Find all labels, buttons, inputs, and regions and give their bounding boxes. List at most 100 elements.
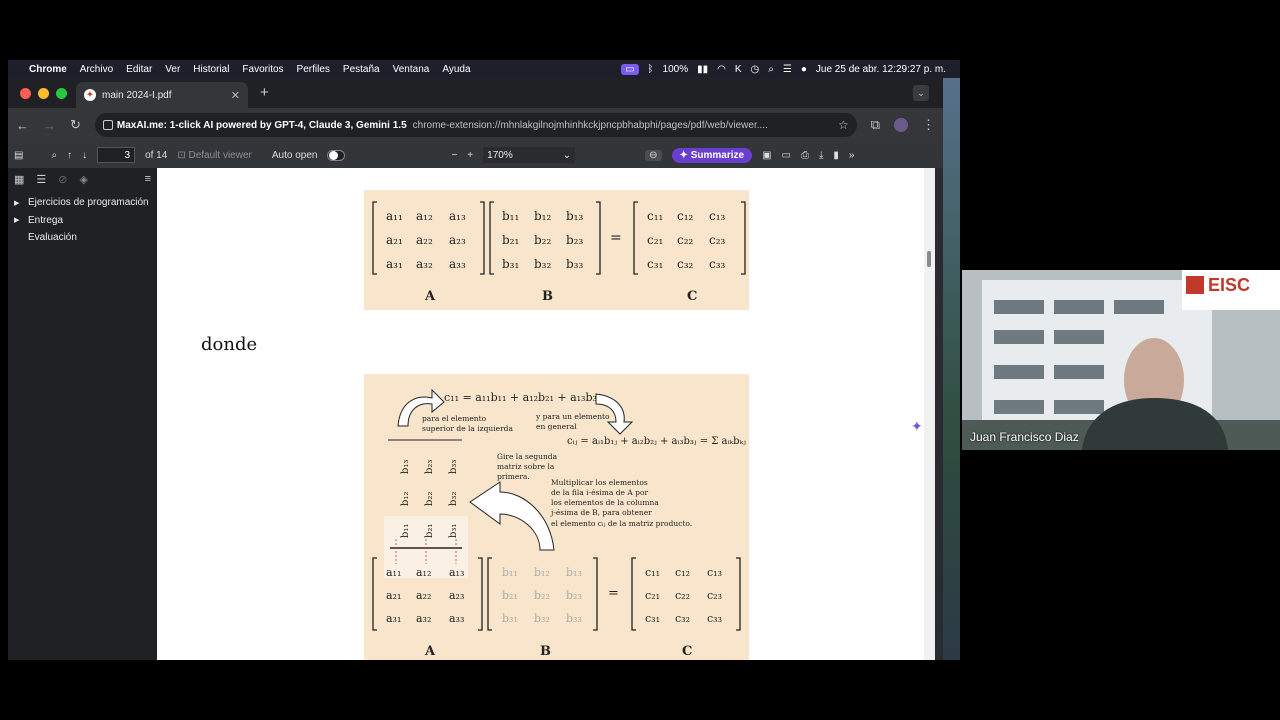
page-number-input[interactable]	[97, 147, 136, 163]
link-icon[interactable]: ⊖	[645, 149, 662, 161]
expand-triangle-icon[interactable]: ▶	[14, 199, 22, 207]
back-arrow-icon[interactable]: ←	[16, 118, 29, 133]
app-k-icon[interactable]: K	[735, 64, 742, 75]
more-tools-icon[interactable]: »	[849, 150, 855, 161]
svg-text:c₂₂: c₂₂	[677, 233, 694, 247]
close-tab-icon[interactable]: ✕	[231, 89, 240, 102]
outline-item-evaluacion[interactable]: Evaluación	[8, 229, 157, 247]
outline-item-label: Evaluación	[28, 232, 77, 244]
pdf-sidebar: ▦ ☰ ⊘ ◈ ≡ ▶ Ejercicios de programación ▶…	[8, 168, 157, 660]
profile-avatar[interactable]	[894, 118, 908, 132]
menubar-app-name[interactable]: Chrome	[29, 64, 67, 75]
svg-text:=: =	[608, 586, 619, 601]
outline-item-ejercicios[interactable]: ▶ Ejercicios de programación	[8, 194, 157, 212]
svg-text:c₁₂: c₁₂	[675, 566, 690, 579]
spotlight-search-icon[interactable]: ⌕	[768, 64, 774, 75]
auto-open-toggle[interactable]	[327, 149, 346, 161]
svg-text:b₃₁: b₃₁	[502, 257, 519, 271]
screen: Chrome Archivo Editar Ver Historial Favo…	[0, 0, 1280, 720]
turn-note-1: Gire la segunda	[497, 452, 558, 461]
zoom-out-icon[interactable]: −	[451, 150, 457, 161]
current-outline-icon[interactable]: ≡	[145, 173, 151, 185]
presentation-icon[interactable]: ▣	[762, 150, 771, 161]
document-outline: ▶ Ejercicios de programación ▶ Entrega E…	[8, 190, 157, 247]
matrix-product-figure: a₁₁ a₁₂ a₁₃ a₂₁ a₂₂ a₂₃ a₃₁ a₃₂ a₃₃ b₁₁ b₁₂ b₁₃ …	[364, 190, 749, 310]
svg-text:a₁₂: a₁₂	[416, 209, 433, 223]
zoom-select[interactable]: 170% ⌄	[483, 147, 576, 163]
note-top-left-2: superior de la izquierda	[422, 424, 513, 433]
new-tab-icon[interactable]: +	[260, 84, 269, 101]
menu-pestana[interactable]: Pestaña	[343, 64, 380, 75]
extensions-icon[interactable]: ⧉	[871, 117, 880, 133]
c11-formula: c₁₁ = a₁₁b₁₁ + a₁₂b₂₁ + a₁₃b₃₁	[444, 391, 601, 404]
zoom-window-button[interactable]	[56, 87, 67, 99]
svg-text:b₂₁: b₂₁	[502, 233, 519, 247]
menu-ayuda[interactable]: Ayuda	[442, 64, 470, 75]
menu-favoritos[interactable]: Favoritos	[242, 64, 283, 75]
svg-text:a₁₂: a₁₂	[416, 566, 431, 579]
control-center-icon[interactable]: ☰	[783, 64, 792, 75]
omnibox[interactable]: MaxAI.me: 1-click AI powered by GPT-4, C…	[94, 113, 857, 137]
summarize-button[interactable]: ✦ Summarize	[671, 147, 753, 163]
scrollbar[interactable]	[924, 168, 935, 660]
svg-text:a₂₂: a₂₂	[416, 233, 433, 247]
extension-chip[interactable]: MaxAI.me: 1-click AI powered by GPT-4, C…	[102, 119, 407, 131]
forward-arrow-icon[interactable]: →	[43, 118, 56, 133]
bluetooth-icon[interactable]: ᛒ	[648, 64, 654, 75]
sidebar-toggle-icon[interactable]: ▤	[14, 150, 23, 161]
battery-icon[interactable]: ▮▮	[697, 64, 708, 75]
window-controls	[20, 87, 67, 99]
pdf-search-icon[interactable]: ⌕	[51, 150, 57, 161]
outline-list-icon[interactable]: ☰	[36, 173, 46, 186]
url-text[interactable]: chrome-extension://mhnlakgilnojmhinhkckj…	[413, 120, 768, 131]
svg-text:c₁₃: c₁₃	[707, 566, 722, 579]
mult-note-5: el elemento cᵢⱼ de la matriz producto.	[551, 519, 692, 528]
default-viewer-link[interactable]: ⊡ Default viewer	[177, 150, 252, 161]
menu-editar[interactable]: Editar	[126, 64, 152, 75]
svg-text:a₁₃: a₁₃	[449, 566, 464, 579]
reload-icon[interactable]: ↻	[70, 117, 81, 133]
next-page-icon[interactable]: ↓	[82, 150, 87, 161]
menubar-datetime[interactable]: Jue 25 de abr. 12:29:27 p. m.	[816, 64, 946, 75]
bookmark-icon[interactable]: ▮	[833, 150, 839, 161]
svg-text:a₂₃: a₂₃	[449, 233, 466, 247]
close-window-button[interactable]	[20, 87, 31, 99]
previous-page-icon[interactable]: ↑	[67, 150, 72, 161]
save-icon[interactable]: ⤓	[819, 150, 823, 161]
thumbnails-icon[interactable]: ▦	[14, 173, 24, 186]
menubar-status-area: ▭ ᛒ 100% ▮▮ ◠ K ◷ ⌕ ☰ ● Jue 25 de abr. 1…	[621, 63, 960, 75]
print-icon[interactable]: ⎙	[801, 150, 809, 161]
screen-share-icon[interactable]: ▭	[621, 63, 639, 75]
note-general-1: y para un elemento	[535, 412, 610, 421]
attachments-icon[interactable]: ⊘	[58, 173, 67, 186]
outline-item-entrega[interactable]: ▶ Entrega	[8, 212, 157, 230]
tab-search-chevron-icon[interactable]: ⌄	[913, 85, 929, 101]
time-machine-icon[interactable]: ◷	[751, 64, 760, 75]
chrome-menu-icon[interactable]: ⋮	[922, 117, 935, 133]
zoom-in-icon[interactable]: +	[467, 150, 473, 161]
siri-icon[interactable]: ●	[801, 64, 807, 75]
bookmark-star-icon[interactable]: ☆	[838, 118, 849, 132]
wifi-icon[interactable]: ◠	[717, 64, 726, 75]
scrollbar-thumb[interactable]	[927, 251, 931, 267]
tab-main-pdf[interactable]: ✦ main 2024-I.pdf ✕	[76, 82, 248, 108]
expand-triangle-icon[interactable]: ▶	[14, 216, 22, 224]
tab-strip: ✦ main 2024-I.pdf ✕ + ⌄	[8, 78, 943, 108]
outline-item-label: Ejercicios de programación	[28, 197, 149, 209]
svg-text:a₁₁: a₁₁	[386, 209, 403, 223]
menu-archivo[interactable]: Archivo	[80, 64, 113, 75]
pdf-page-area[interactable]: a₁₁ a₁₂ a₁₃ a₂₁ a₂₂ a₂₃ a₃₁ a₃₂ a₃₃ b₁₁ b₁₂ b₁₃ …	[157, 168, 932, 660]
turn-note-3: primera.	[497, 472, 530, 481]
matrix-equation-svg: a₁₁ a₁₂ a₁₃ a₂₁ a₂₂ a₂₃ a₃₁ a₃₂ a₃₃ b₁₁ b₁₂ b₁₃ …	[372, 201, 746, 304]
extension-label: MaxAI.me: 1-click AI powered by GPT-4, C…	[116, 119, 407, 131]
menu-perfiles[interactable]: Perfiles	[297, 64, 330, 75]
svg-text:b₂₂: b₂₂	[424, 492, 435, 506]
layers-icon[interactable]: ◈	[80, 173, 88, 186]
menu-ver[interactable]: Ver	[165, 64, 180, 75]
minimize-window-button[interactable]	[38, 87, 49, 99]
svg-text:c₃₃: c₃₃	[707, 612, 722, 625]
open-file-icon[interactable]: ▭	[782, 150, 791, 161]
ai-sparkle-icon[interactable]: ✦	[911, 418, 923, 435]
menu-ventana[interactable]: Ventana	[393, 64, 430, 75]
menu-historial[interactable]: Historial	[193, 64, 229, 75]
